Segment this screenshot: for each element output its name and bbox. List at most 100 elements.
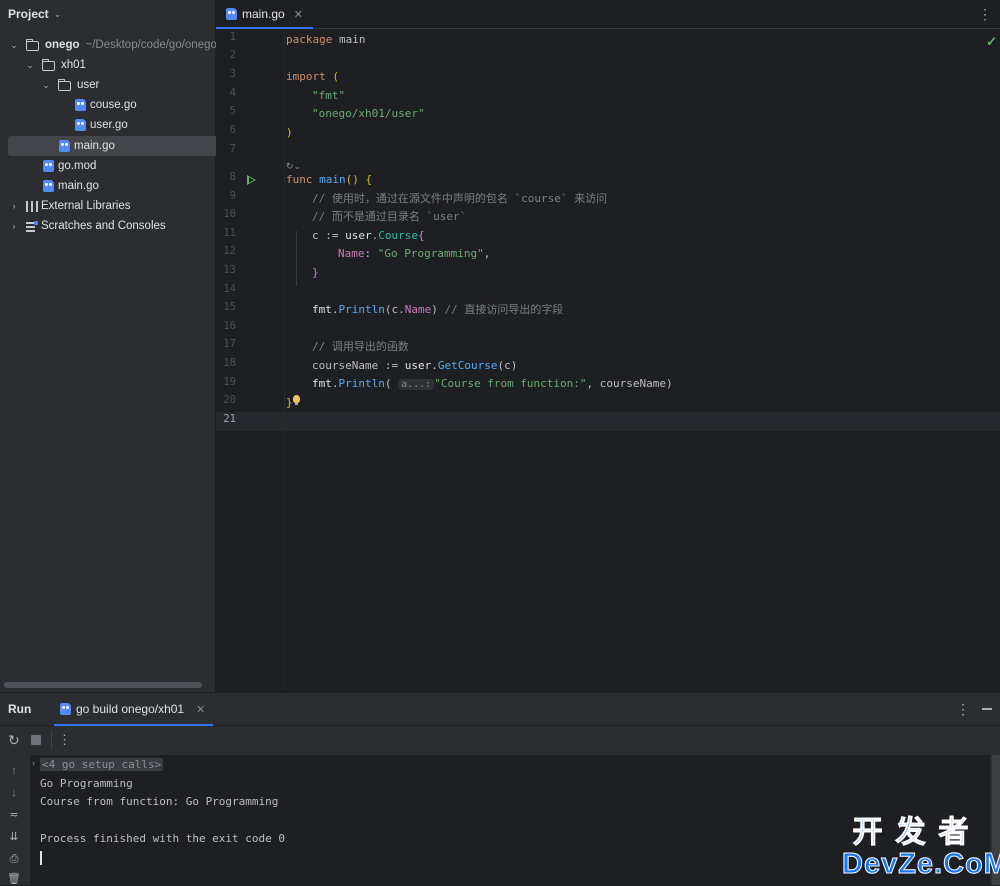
print-icon[interactable]: ⎙ [7,852,21,866]
folder-icon [58,79,71,91]
tree-item-path: ~/Desktop/code/go/onego [85,39,217,51]
code-line-10[interactable]: // 而不是通过目录名 `user` [312,208,466,226]
tree-item-label: Scratches and Consoles [41,220,166,232]
console-line: Process finished with the exit code 0 [40,832,286,845]
chevron-down-icon[interactable]: ⌄ [24,60,36,71]
lightbulb-icon[interactable] [293,395,300,405]
line-number: 5 [229,105,236,117]
arrow-up-icon[interactable]: ↑ [7,764,21,778]
editor-tab-bar: main.go ✕ ⋮ [216,0,1000,29]
code-line-1[interactable]: package main [286,31,365,49]
line-number: 4 [229,87,236,99]
run-tab[interactable]: go build onego/xh01 ✕ [54,693,214,726]
chevron-right-icon[interactable]: › [8,201,20,211]
tab-main-go[interactable]: main.go ✕ [216,0,313,29]
code-line-6[interactable]: ) [286,124,293,142]
line-number: 14 [223,283,236,295]
close-icon[interactable]: ✕ [196,703,205,716]
line-number: 3 [229,68,236,80]
scroll-to-end-icon[interactable]: ⇊ [7,830,21,844]
code-line-12[interactable]: Name: "Go Programming", [338,245,490,263]
tree-item-xh01[interactable]: ⌄ xh01 [0,55,239,75]
chevron-down-icon[interactable]: ⌄ [40,80,52,91]
more-vertical-icon[interactable]: ⋮ [58,732,71,748]
soft-wrap-icon[interactable]: ≂ [7,808,21,822]
code-line-15[interactable]: fmt.Println(c.Name) // 直接访问导出的字段 [312,301,563,319]
code-line-13[interactable]: } [312,264,319,282]
close-icon[interactable]: ✕ [294,8,303,21]
more-vertical-icon[interactable]: ⋮ [956,701,970,718]
watermark-cn: 开发者 [852,816,982,849]
go-file-icon [226,8,237,20]
chevron-right-icon[interactable]: › [8,221,20,231]
folder-icon [42,59,55,71]
chevron-down-icon[interactable]: ⌄ [8,40,20,51]
tree-item-external-libraries[interactable]: › External Libraries [0,196,223,216]
line-number: 7 [229,143,236,155]
line-number: 8 [229,171,236,183]
watermark-en: DevZe.CoM [842,848,1000,880]
run-toolbar: ↻ ⋮ [0,726,1000,754]
text-caret [40,851,42,865]
project-panel: Project ⌄ ⌄ onego ~/Desktop/code/go/oneg… [0,0,257,692]
chevron-right-icon[interactable]: › [32,758,35,768]
go-file-icon [75,119,86,131]
code-line-5[interactable]: "onego/xh01/user" [312,105,425,123]
code-line-17[interactable]: // 调用导出的函数 [312,338,409,356]
chevron-down-icon[interactable]: ⌄ [54,9,62,20]
code-line-8[interactable]: func main() { [286,171,372,189]
gutter-divider [284,29,285,689]
go-mod-icon [43,160,54,172]
console-side-toolbar: ↑ ↓ ≂ ⇊ ⎙ 🗑 [0,755,29,885]
scratch-icon [26,220,38,232]
code-line-3[interactable]: import ( [286,68,339,86]
tree-item-label: user [77,79,100,91]
stop-icon[interactable] [31,735,41,745]
minimize-icon[interactable] [982,708,992,710]
more-vertical-icon[interactable]: ⋮ [978,6,992,23]
line-number: 21 [223,413,236,425]
library-icon [26,200,38,212]
line-number: 20 [223,394,236,406]
code-editor: main.go ✕ ⋮ ✓ 1 2 3 4 5 6 7 8 9 10 11 12 13 14 15 16 17 1… [216,0,1000,692]
tree-item-label: go.mod [58,160,97,172]
code-line-20[interactable]: } [286,394,293,412]
line-number: 1 [229,31,236,43]
watermark-logo: 开发者 DevZe.CoM [842,816,1000,880]
code-line-19[interactable]: fmt.Println( a...: "Course from function:… [312,375,673,393]
tree-item-label: External Libraries [41,200,131,212]
horizontal-scrollbar[interactable] [4,682,202,688]
go-file-icon [43,180,54,192]
code-line-9[interactable]: // 使用时，通过在源文件中声明的包名 `course` 来访问 [312,190,607,208]
console-line: Course from function: Go Programming [40,795,279,808]
tree-item-onego[interactable]: ⌄ onego ~/Desktop/code/go/onego [0,35,223,55]
project-header[interactable]: Project ⌄ [0,0,215,28]
trash-icon[interactable]: 🗑 [7,872,21,886]
rerun-icon[interactable]: ↻ [8,733,21,747]
tree-item-label: xh01 [61,59,86,71]
tree-item-label: main.go [74,140,115,152]
run-icon[interactable] [247,175,256,185]
go-file-icon [75,99,86,111]
code-line-4[interactable]: "fmt" [312,87,345,105]
line-number: 12 [223,245,236,257]
code-line-18[interactable]: courseName := user.GetCourse(c) [312,357,517,375]
code-line-11[interactable]: c := user.Course{ [312,227,425,245]
folder-icon [26,39,39,51]
line-number: 10 [223,208,236,220]
line-number: 9 [229,190,236,202]
run-tab-label: go build onego/xh01 [76,702,185,716]
arrow-down-icon[interactable]: ↓ [7,786,21,800]
tree-item-label: onego [45,39,80,51]
console-line: Go Programming [40,777,133,790]
line-number: 13 [223,264,236,276]
tree-item-label: user.go [90,119,128,131]
tree-item-label: couse.go [90,99,137,111]
console-fold[interactable]: <4 go setup calls> [40,756,164,774]
no-problems-check-icon[interactable]: ✓ [986,34,997,50]
go-file-icon [59,140,70,152]
line-number: 2 [229,49,236,61]
line-number: 6 [229,124,236,136]
go-build-icon [60,703,71,715]
tree-item-scratches[interactable]: › Scratches and Consoles [0,216,223,236]
